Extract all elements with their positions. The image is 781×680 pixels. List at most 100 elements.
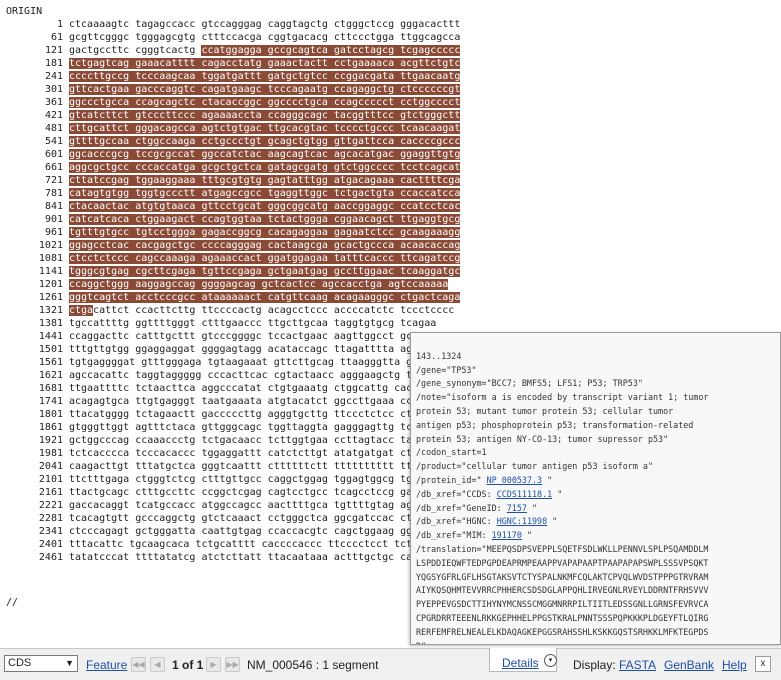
cds-highlight[interactable]: cttgcattct gggacagcca agtctgtgac ttgcacg… [69, 123, 461, 134]
sequence-bases: ctacaactac atgtgtaaca gttcctgcat gggcggc… [69, 200, 461, 213]
sequence-bases: gtgggttggt agtttctaca gttgggcagc tggttag… [69, 422, 437, 433]
sequence-position: 361 [44, 97, 63, 108]
help-link[interactable]: Help [722, 658, 747, 672]
cds-highlight[interactable]: ctcctctccc cagccaaaga agaaaccact ggatgga… [69, 253, 461, 264]
sequence-line: 1321 ctgacattct ccacttcttg ttccccactg aca… [0, 304, 454, 317]
sequence-bases: ggccctgcca ccagcagctc ctacaccggc ggcccct… [69, 96, 461, 109]
prev-page-icon[interactable]: ◀ [150, 657, 165, 672]
feature-type-select[interactable]: CDS ▼ [4, 655, 78, 672]
sequence-position: 2341 [38, 526, 63, 537]
cds-highlight[interactable]: gttcactgaa gacccaggtc cagatgaagc tcccaga… [69, 84, 461, 95]
cds-highlight[interactable]: tctgagtcag gaaacatttt cagacctatg gaaacta… [69, 58, 461, 69]
sequence-position: 1561 [38, 357, 63, 368]
page-info: 1 of 1 [172, 658, 204, 672]
sequence-line: 2161 ttactgcagc ctttgccttc ccggctcgag cag… [0, 486, 436, 499]
sequence-position: 1 [56, 19, 63, 30]
cds-highlight[interactable]: ggagcctcac cacgagctgc ccccagggag cactaag… [69, 240, 461, 251]
mim-link[interactable]: 191170 [492, 530, 522, 540]
cds-highlight[interactable]: aggcgctgcc cccaccatga gcgctgctca gatagcg… [69, 162, 461, 173]
feature-popup: 143..1324 /gene="TP53" /gene_synonym="BC… [410, 332, 781, 645]
sequence-line: 361 ggccctgcca ccagcagctc ctacaccggc ggcc… [0, 96, 461, 109]
sequence-position: 1321 [38, 305, 63, 316]
sequence-bases: tgtttgtgcc tgtcctggga gagaccggcg cacagag… [69, 226, 461, 239]
sequence-bases: tgggcgtgag cgcttcgaga tgttccgaga gctgaat… [69, 265, 461, 278]
sequence-position: 1861 [38, 422, 63, 433]
close-icon[interactable]: x [755, 656, 771, 672]
translation-line: D" [416, 641, 426, 644]
sequence-position: 1381 [38, 318, 63, 329]
sequence-position: 1141 [38, 266, 63, 277]
cds-highlight[interactable]: ctacaactac atgtgtaaca gttcctgcat gggcggc… [69, 201, 461, 212]
genbank-link[interactable]: GenBank [664, 658, 714, 672]
sequence-line: 601 ggcacccgcg tccgcgccat ggccatctac aagc… [0, 148, 461, 161]
ccds-label: /db_xref="CCDS: [416, 488, 492, 499]
translation-line: RERFEMFRELNEALELKDAQAGKEPGGSRAHSSHLKSKKG… [416, 626, 709, 637]
sequence-line: 1501 tttgttgtgg ggaggaggat ggggagtagg aca… [0, 343, 436, 356]
sequence-position: 2461 [38, 552, 63, 563]
sequence-line: 2401 tttacattc tgcaagcaca tctgcatttt cacc… [0, 538, 430, 551]
cds-highlight[interactable]: tgtttgtgcc tgtcctggga gagaccggcg cacagag… [69, 227, 461, 238]
cds-highlight[interactable]: tgggcgtgag cgcttcgaga tgttccgaga gctgaat… [69, 266, 461, 277]
last-page-icon[interactable]: ▶▶ [225, 657, 240, 672]
sequence-bases: ggcacccgcg tccgcgccat ggccatctac aagcagt… [69, 148, 461, 161]
sequence-line: 1441 ccaggacttc catttgcttt gtcccggggc tcc… [0, 330, 436, 343]
sequence-bases: catagtgtgg tggtgccctt atgagccgcc tgaggtt… [69, 187, 461, 200]
sequence-position: 781 [44, 188, 63, 199]
sequence-position: 841 [44, 201, 63, 212]
sequence-bases: tctgagtcag gaaacatttt cagacctatg gaaacta… [69, 57, 461, 70]
sequence-line: 841 ctacaactac atgtgtaaca gttcctgcat gggc… [0, 200, 461, 213]
cds-highlight[interactable]: ccaggctggg aaggagccag ggggagcag gctcactc… [69, 279, 449, 290]
sequence-bases: ctcaaaagtc tagagccacc gtccagggag caggtag… [69, 19, 461, 30]
codon-start-qualifier: /codon_start=1 [416, 447, 487, 458]
hgnc-link[interactable]: HGNC:11998 [497, 516, 547, 526]
sequence-line: 1861 gtgggttggt agtttctaca gttgggcagc tgg… [0, 421, 436, 434]
cds-highlight[interactable]: catagtgtgg tggtgccctt atgagccgcc tgaggtt… [69, 188, 461, 199]
sequence-bases: tctcacccca tcccacaccc tggaggattt catctct… [69, 448, 437, 459]
fasta-link[interactable]: FASTA [619, 658, 656, 672]
cds-highlight[interactable]: ctga [69, 305, 94, 316]
protein-id-link[interactable]: NP_000537.3 [487, 475, 542, 485]
next-page-icon[interactable]: ▶ [206, 657, 221, 672]
sequence-position: 961 [44, 227, 63, 238]
chevron-down-icon: ▼ [65, 658, 74, 668]
sequence-line: 901 catcatcaca ctggaagact ccagtggtaa tcta… [0, 213, 461, 226]
cds-highlight[interactable]: gtcatcttct gtcccttccc agaaaaccta ccagggc… [69, 110, 461, 121]
quote-close: " [526, 502, 538, 513]
first-page-icon[interactable]: ◀◀ [131, 657, 146, 672]
cds-highlight[interactable]: ccccttgccg tcccaagcaa tggatgattt gatgctg… [69, 71, 461, 82]
cds-highlight[interactable]: catcatcaca ctggaagact ccagtggtaa tctactg… [69, 214, 461, 225]
sequence-position: 2221 [38, 500, 63, 511]
feature-type-value: CDS [8, 657, 32, 669]
quote-close: " [547, 516, 558, 527]
gene-id-link[interactable]: 7157 [507, 503, 527, 513]
details-tab[interactable]: Details ▾ [489, 648, 557, 672]
sequence-bases: gttcactgaa gacccaggtc cagatgaagc tcccaga… [69, 83, 461, 96]
sequence-position: 481 [44, 123, 63, 134]
sequence-bases: gttttgccaa ctggccaaga cctgccctgt gcagctg… [69, 135, 461, 148]
accession-info: NM_000546 : 1 segment [247, 658, 379, 672]
sequence-position: 1441 [38, 331, 63, 342]
display-label: Display: [573, 658, 616, 672]
cds-highlight[interactable]: cttatccgag tggaaggaaa tttgcgtgtg gagtatt… [69, 175, 461, 186]
sequence-position: 301 [44, 84, 63, 95]
sequence-position: 2161 [38, 487, 63, 498]
bottom-toolbar: CDS ▼ Feature ◀◀ ◀ 1 of 1 ▶ ▶▶ NM_000546… [0, 648, 781, 680]
cds-highlight[interactable]: ccatggagga gccgcagtca gatcctagcg tcgagcc… [201, 45, 461, 56]
cds-highlight[interactable]: gttttgccaa ctggccaaga cctgccctgt gcagctg… [69, 136, 461, 147]
origin-label: ORIGIN [6, 6, 43, 17]
cds-highlight[interactable]: ggccctgcca ccagcagctc ctacaccggc ggcccct… [69, 97, 461, 108]
sequence-bases: gtcatcttct gtcccttccc agaaaaccta ccagggc… [69, 109, 461, 122]
note-line: protein 53; antigen NY-CO-13; tumor supr… [416, 433, 669, 444]
feature-link[interactable]: Feature [86, 658, 127, 672]
sequence-line: 2281 tcacagtgtt gcccaggctg gtctcaaact cct… [0, 512, 436, 525]
sequence-bases: ccaggacttc catttgcttt gtcccggggc tccactg… [69, 331, 437, 342]
details-link[interactable]: Details [502, 656, 539, 670]
sequence-line: 121 gactgccttc cgggtcactg ccatggagga gccg… [0, 44, 461, 57]
sequence-position: 2101 [38, 474, 63, 485]
sequence-bases: gggtcagtct acctcccgcc ataaaaaact catgttc… [69, 291, 461, 304]
ccds-link[interactable]: CCDS11118.1 [497, 489, 552, 499]
translation-line: /translation="MEEPQSDPSVEPPLSQETFSDLWKLL… [416, 543, 709, 554]
cds-highlight[interactable]: gggtcagtct acctcccgcc ataaaaaact catgttc… [69, 292, 461, 303]
sequence-position: 1921 [38, 435, 63, 446]
cds-highlight[interactable]: ggcacccgcg tccgcgccat ggccatctac aagcagt… [69, 149, 461, 160]
